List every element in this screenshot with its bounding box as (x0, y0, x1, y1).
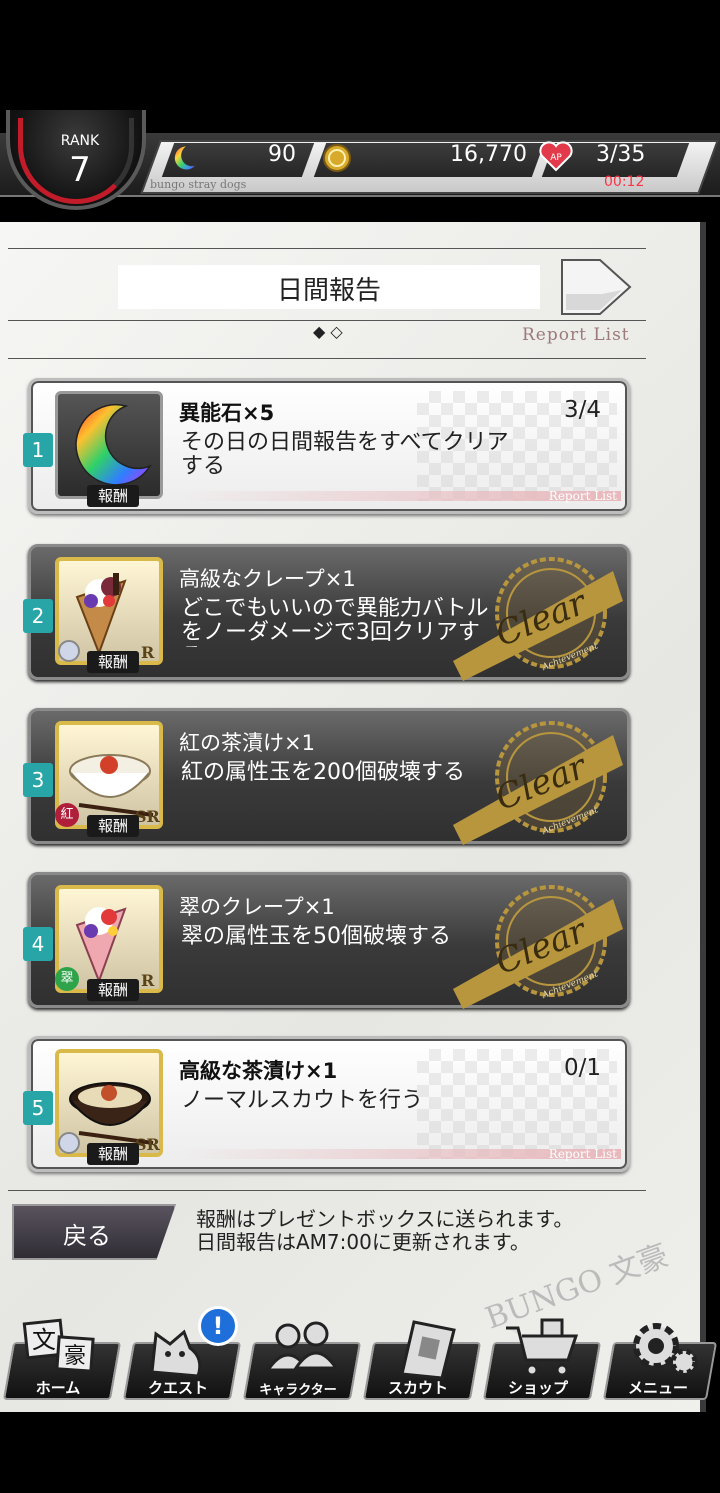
element-red-badge: 紅 (55, 803, 79, 827)
clear-stamp-icon: Clear Achievement (453, 557, 623, 681)
coin-icon (323, 144, 351, 172)
nav-scout[interactable]: スカウト (362, 1318, 482, 1404)
notice-line-1: 報酬はプレゼントボックスに送られます。 (196, 1207, 574, 1231)
nav-menu[interactable]: メニュー (602, 1318, 718, 1404)
reward-name: 翠のクレープ×1 (179, 895, 335, 919)
reward-name: 高級な茶漬け×1 (179, 1059, 338, 1083)
reward-name: 高級なクレープ×1 (179, 567, 356, 591)
card-number: 5 (23, 1091, 53, 1125)
nav-shop-label: ショップ (507, 1379, 568, 1397)
report-card-1: 報酬 1 異能石×5 3/4 その日の日間報告をすべてクリアする Report … (23, 378, 630, 514)
divider-top (8, 248, 646, 249)
nav-character[interactable]: キャラクター (242, 1318, 362, 1404)
report-card-5: SR 報酬 5 高級な茶漬け×1 0/1 ノーマルスカウトを行う Report … (23, 1036, 630, 1172)
ability-stone-icon (173, 145, 198, 171)
next-page-arrow-button[interactable] (560, 258, 632, 316)
alert-badge-icon: ! (198, 1306, 238, 1346)
divider-bottom (8, 358, 646, 359)
nav-home[interactable]: 文 豪 ホーム (2, 1318, 122, 1404)
reward-icon-frame (55, 391, 163, 499)
nav-shop[interactable]: ショップ (482, 1318, 602, 1404)
book-icon (400, 1320, 456, 1380)
task-description: ノーマルスカウトを行う (181, 1088, 424, 1113)
ap-timer: 00:12 (604, 174, 645, 190)
element-orb-icon (58, 1132, 80, 1154)
reward-label: 報酬 (87, 485, 139, 507)
divider-footer (8, 1190, 646, 1191)
ap-badge-text: AP (550, 153, 562, 163)
bottom-letterbox (0, 1412, 720, 1493)
reward-name: 異能石×5 (179, 401, 275, 425)
task-description: その日の日間報告をすべてクリアする (181, 430, 509, 479)
notice-text: 報酬はプレゼントボックスに送られます。 日間報告はAM7:00に更新されます。 (196, 1208, 573, 1254)
nav-quest-label: クエスト (147, 1379, 208, 1397)
reward-label: 報酬 (87, 979, 139, 1001)
page-title: 日間報告 (276, 276, 381, 306)
clear-stamp-icon: Clear Achievement (453, 721, 623, 845)
report-card-2: R 報酬 2 高級なクレープ×1 どこでもいいので異能力バトルをノーダメージで3… (23, 544, 630, 681)
nav-home-label: ホーム (35, 1379, 81, 1397)
gear-icon (633, 1323, 698, 1376)
reward-label: 報酬 (87, 815, 139, 837)
element-green-badge: 翠 (55, 967, 79, 991)
report-list-label: Report List (522, 325, 630, 345)
reward-label: 報酬 (87, 651, 139, 673)
rank-value: 7 (69, 150, 91, 190)
notice-line-2: 日間報告はAM7:00に更新されます。 (196, 1230, 530, 1254)
reward-label: 報酬 (87, 1143, 139, 1165)
rank-label: RANK (60, 133, 100, 149)
card-report-list: Report List (548, 489, 617, 503)
crepe-icon (75, 907, 127, 983)
nav-character-label: キャラクター (259, 1383, 337, 1398)
nav-quest[interactable]: ! クエスト (122, 1306, 242, 1404)
divider-mid (8, 320, 646, 321)
ability-stone-reward-icon (75, 404, 152, 486)
crepe-icon (75, 573, 127, 655)
back-button-label[interactable]: 戻る (12, 1216, 162, 1251)
characters-icon (265, 1321, 339, 1372)
card-number: 3 (23, 763, 53, 797)
bungo-crest-icon: 文 豪 (22, 1318, 95, 1373)
page-indicator: ◆ ◇ (313, 322, 343, 341)
nav-scout-label: スカウト (387, 1379, 448, 1397)
ap-heart-icon: AP (539, 141, 573, 172)
progress-count: 3/4 (563, 397, 601, 423)
crest-glyph: 豪 (64, 1344, 86, 1369)
rarity-label: R (141, 971, 155, 990)
cart-icon (506, 1318, 579, 1377)
clear-stamp-icon: Clear Achievement (453, 885, 623, 1009)
card-number: 4 (23, 927, 53, 961)
progress-count: 0/1 (563, 1055, 601, 1081)
card-report-list: Report List (548, 1147, 617, 1161)
ability-stone-count: 90 (268, 142, 296, 167)
report-card-4: R 翠 報酬 4 翠のクレープ×1 翠の属性玉を50個破壊する Clear Ac… (23, 872, 630, 1009)
card-number: 1 (23, 433, 53, 467)
reward-name: 紅の茶漬け×1 (179, 731, 315, 755)
rarity-label: R (141, 643, 155, 662)
coin-count: 16,770 (450, 142, 527, 167)
ap-count: 3/35 (596, 142, 646, 167)
report-card-3: SR 紅 報酬 3 紅の茶漬け×1 紅の属性玉を200個破壊する Clear A… (23, 708, 630, 845)
brand-text: bungo stray dogs (150, 178, 247, 191)
element-orb-icon (58, 640, 80, 662)
crest-glyph: 文 (32, 1326, 56, 1354)
card-number: 2 (23, 599, 53, 633)
nav-menu-label: メニュー (627, 1379, 688, 1397)
